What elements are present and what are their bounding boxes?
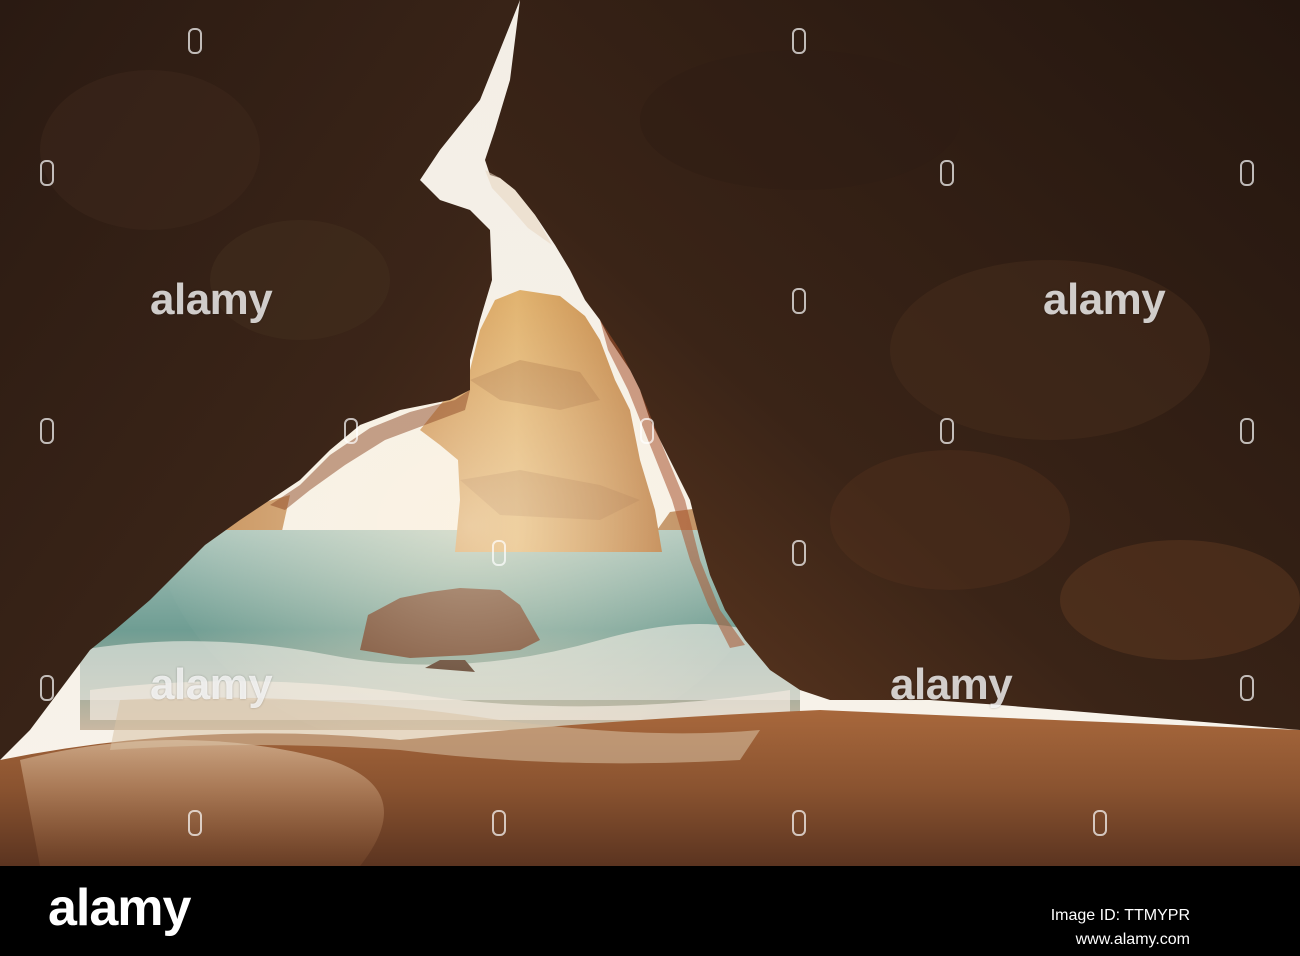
photo: alamy alamy alamy alamy bbox=[0, 0, 1300, 866]
stock-photo-page: alamy alamy alamy alamy alamy Image ID: … bbox=[0, 0, 1300, 956]
image-id: Image ID: TTMYPR bbox=[1050, 907, 1190, 924]
site-url: www.alamy.com bbox=[1075, 931, 1190, 948]
alamy-logo: alamy bbox=[48, 879, 191, 937]
sea-cave-photo bbox=[0, 0, 1300, 866]
footer-bar: alamy Image ID: TTMYPR www.alamy.com bbox=[0, 866, 1300, 956]
